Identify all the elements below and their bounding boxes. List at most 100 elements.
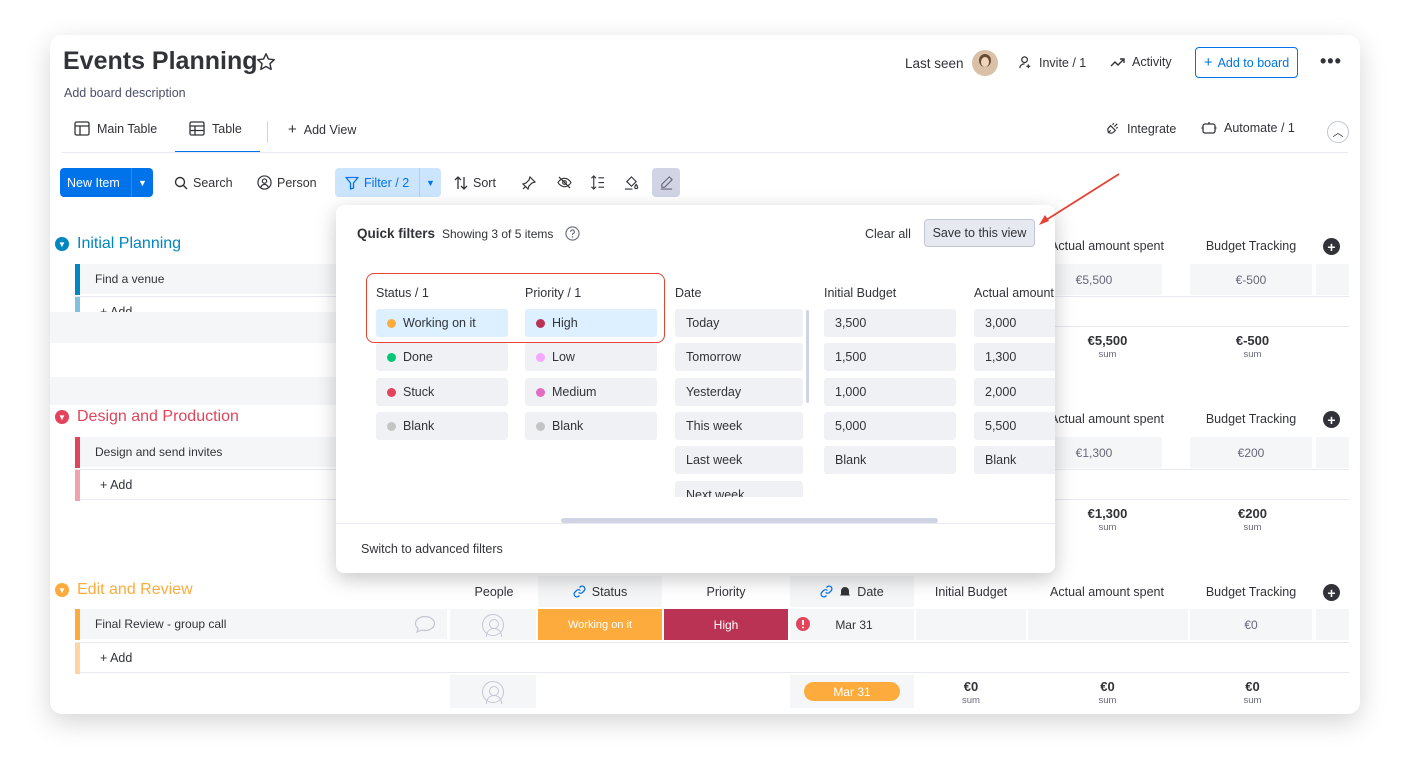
- help-icon[interactable]: [565, 226, 580, 241]
- item-name[interactable]: Find a venue: [95, 272, 164, 286]
- table-row[interactable]: Design and send invites: [75, 437, 337, 468]
- date-option[interactable]: Last week: [675, 446, 803, 474]
- status-option-stuck[interactable]: Stuck: [376, 378, 508, 406]
- group-title-edit-review[interactable]: ▼ Edit and Review: [55, 581, 193, 599]
- chevron-down-icon[interactable]: ▼: [55, 583, 69, 597]
- people-cell[interactable]: [450, 609, 536, 640]
- column-header-status[interactable]: Status: [538, 576, 662, 607]
- collapse-header-button[interactable]: ︿: [1327, 121, 1349, 143]
- actual-option[interactable]: 2,000: [974, 378, 1055, 406]
- initial-budget-option[interactable]: 5,000: [824, 412, 956, 440]
- option-label: High: [552, 316, 578, 330]
- sum-label: sum: [1243, 349, 1262, 360]
- board-description[interactable]: Add board description: [64, 86, 186, 100]
- column-header-priority[interactable]: Priority: [664, 585, 788, 599]
- date-option[interactable]: Today: [675, 309, 803, 337]
- add-item-label: + Add: [100, 478, 133, 492]
- priority-option-low[interactable]: Low: [525, 343, 657, 371]
- chevron-down-icon[interactable]: ▼: [131, 168, 153, 197]
- date-scrollbar[interactable]: [806, 310, 809, 403]
- add-to-board-button[interactable]: + Add to board: [1195, 47, 1298, 78]
- empty-cell: [1316, 437, 1349, 468]
- filter-button[interactable]: Filter / 2 ▼: [335, 168, 441, 197]
- link-icon: [573, 585, 586, 598]
- activity-button[interactable]: Activity: [1110, 55, 1172, 69]
- option-label: Medium: [552, 385, 597, 399]
- item-name[interactable]: Final Review - group call: [95, 617, 226, 631]
- sum-tracking: €-500 sum: [1190, 334, 1315, 362]
- comment-icon[interactable]: [414, 615, 436, 634]
- add-column-icon[interactable]: +: [1323, 411, 1340, 428]
- board-title[interactable]: Events Planning: [63, 47, 257, 76]
- color-button[interactable]: [617, 168, 645, 197]
- group-title-design-production[interactable]: ▼ Design and Production: [55, 408, 239, 426]
- row-height-button[interactable]: [583, 168, 611, 197]
- actual-option[interactable]: 3,000: [974, 309, 1055, 337]
- column-header-people[interactable]: People: [450, 585, 538, 599]
- column-header-budget-tracking[interactable]: Budget Tracking: [1190, 412, 1312, 426]
- priority-cell[interactable]: High: [664, 609, 788, 640]
- item-name[interactable]: Design and send invites: [95, 445, 222, 459]
- status-option-working[interactable]: Working on it: [376, 309, 508, 337]
- sort-button[interactable]: Sort: [454, 168, 496, 197]
- tracking-cell[interactable]: €-500: [1190, 264, 1312, 295]
- initial-budget-option[interactable]: Blank: [824, 446, 956, 474]
- date-cell[interactable]: Mar 31: [790, 609, 914, 640]
- priority-option-blank[interactable]: Blank: [525, 412, 657, 440]
- table-row[interactable]: Find a venue: [75, 264, 337, 295]
- avatar[interactable]: [972, 50, 998, 76]
- person-filter-button[interactable]: Person: [257, 168, 317, 197]
- actual-option[interactable]: Blank: [974, 446, 1055, 474]
- date-options-list[interactable]: Today Tomorrow Yesterday This week Last …: [675, 309, 805, 497]
- tab-table[interactable]: Table: [189, 121, 242, 136]
- add-column-icon[interactable]: +: [1323, 584, 1340, 601]
- column-header-budget-tracking[interactable]: Budget Tracking: [1190, 239, 1312, 253]
- new-item-button[interactable]: New Item ▼: [60, 168, 153, 197]
- priority-option-medium[interactable]: Medium: [525, 378, 657, 406]
- save-to-view-button[interactable]: Save to this view: [924, 219, 1035, 247]
- chevron-down-icon[interactable]: ▼: [55, 237, 69, 251]
- table-row[interactable]: Final Review - group call: [75, 609, 447, 640]
- add-item-row[interactable]: + Add: [75, 642, 1349, 674]
- chevron-down-icon[interactable]: ▼: [419, 168, 441, 197]
- hide-columns-button[interactable]: [550, 168, 578, 197]
- column-header-actual[interactable]: Actual amount spent: [1032, 585, 1182, 599]
- date-option[interactable]: Yesterday: [675, 378, 803, 406]
- actual-options-list[interactable]: 3,000 1,300 2,000 5,500 Blank: [974, 309, 1055, 479]
- actual-cell[interactable]: [1028, 609, 1188, 640]
- chevron-down-icon[interactable]: ▼: [55, 410, 69, 424]
- status-option-done[interactable]: Done: [376, 343, 508, 371]
- initial-budget-option[interactable]: 3,500: [824, 309, 956, 337]
- initial-budget-option[interactable]: 1,500: [824, 343, 956, 371]
- clear-all-button[interactable]: Clear all: [865, 227, 911, 241]
- column-header-budget-tracking[interactable]: Budget Tracking: [1190, 585, 1312, 599]
- column-header-initial-budget[interactable]: Initial Budget: [916, 585, 1026, 599]
- status-cell[interactable]: Working on it: [538, 609, 662, 640]
- add-view-button[interactable]: + Add View: [288, 121, 356, 138]
- actual-option[interactable]: 1,300: [974, 343, 1055, 371]
- column-header-date[interactable]: Date: [790, 576, 914, 607]
- invite-button[interactable]: Invite / 1: [1018, 55, 1086, 70]
- add-column-icon[interactable]: +: [1323, 238, 1340, 255]
- pin-button[interactable]: [515, 168, 543, 197]
- status-option-blank[interactable]: Blank: [376, 412, 508, 440]
- tracking-cell[interactable]: €200: [1190, 437, 1312, 468]
- search-button[interactable]: Search: [174, 168, 233, 197]
- sum-actual: €5,500 sum: [1050, 334, 1165, 362]
- switch-advanced-filters-link[interactable]: Switch to advanced filters: [361, 542, 503, 556]
- tab-main-table[interactable]: Main Table: [74, 121, 157, 136]
- integrate-button[interactable]: Integrate: [1105, 121, 1176, 136]
- pen-button[interactable]: [652, 168, 680, 197]
- tracking-cell[interactable]: €0: [1190, 609, 1312, 640]
- initial-budget-option[interactable]: 1,000: [824, 378, 956, 406]
- group-title-initial-planning[interactable]: ▼ Initial Planning: [55, 235, 181, 253]
- automate-button[interactable]: Automate / 1: [1201, 121, 1295, 135]
- date-option[interactable]: Next week: [675, 481, 803, 497]
- date-option[interactable]: This week: [675, 412, 803, 440]
- more-options-icon[interactable]: •••: [1320, 51, 1342, 72]
- priority-option-high[interactable]: High: [525, 309, 657, 337]
- initial-cell[interactable]: [916, 609, 1026, 640]
- star-icon[interactable]: [255, 51, 277, 73]
- date-option[interactable]: Tomorrow: [675, 343, 803, 371]
- actual-option[interactable]: 5,500: [974, 412, 1055, 440]
